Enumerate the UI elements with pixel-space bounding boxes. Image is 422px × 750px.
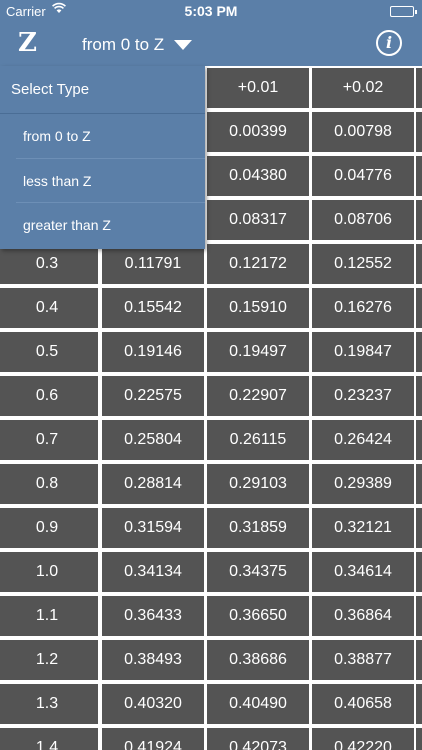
table-cell: 0.00798 xyxy=(312,112,414,152)
table-cell: 0.40490 xyxy=(207,684,309,724)
z-value-cell: 0.7 xyxy=(0,420,98,460)
table-cell-partial xyxy=(416,156,422,196)
z-value-cell: 0.5 xyxy=(0,332,98,372)
app-logo: Z xyxy=(18,28,37,58)
table-cell: 0.04776 xyxy=(312,156,414,196)
table-cell: 0.28814 xyxy=(102,464,204,504)
table-cell: 0.08706 xyxy=(312,200,414,240)
table-cell: 0.31594 xyxy=(102,508,204,548)
z-value-cell: 0.8 xyxy=(0,464,98,504)
table-cell: 0.26424 xyxy=(312,420,414,460)
table-cell-partial xyxy=(416,200,422,240)
battery-icon xyxy=(390,6,417,17)
table-cell: 0.04380 xyxy=(207,156,309,196)
selected-type-label: from 0 to Z xyxy=(82,35,165,54)
dropdown-option-from-0-to-z[interactable]: from 0 to Z xyxy=(16,114,205,159)
z-value-cell: 1.0 xyxy=(0,552,98,592)
z-value-cell: 1.4 xyxy=(0,728,98,750)
table-cell: 0.38686 xyxy=(207,640,309,680)
table-cell: 0.11791 xyxy=(102,244,204,284)
table-cell: 0.19497 xyxy=(207,332,309,372)
table-cell-partial xyxy=(416,464,422,504)
table-cell-partial xyxy=(416,68,422,108)
table-cell-partial xyxy=(416,420,422,460)
table-cell: 0.22907 xyxy=(207,376,309,416)
table-cell: 0.15910 xyxy=(207,288,309,328)
table-cell: 0.12552 xyxy=(312,244,414,284)
z-value-cell: 0.3 xyxy=(0,244,98,284)
table-cell: 0.36650 xyxy=(207,596,309,636)
nav-bar: Z from 0 to Z i xyxy=(0,22,422,66)
table-cell-partial xyxy=(416,332,422,372)
table-cell: 0.34134 xyxy=(102,552,204,592)
table-cell-partial xyxy=(416,596,422,636)
table-cell: 0.38493 xyxy=(102,640,204,680)
table-cell: 0.19146 xyxy=(102,332,204,372)
table-cell: 0.00399 xyxy=(207,112,309,152)
table-cell: 0.25804 xyxy=(102,420,204,460)
table-cell-partial xyxy=(416,112,422,152)
table-cell-partial xyxy=(416,508,422,548)
table-header-cell: +0.01 xyxy=(207,68,309,108)
table-cell: 0.38877 xyxy=(312,640,414,680)
table-cell: 0.31859 xyxy=(207,508,309,548)
info-button[interactable]: i xyxy=(376,30,402,56)
table-cell: 0.36864 xyxy=(312,596,414,636)
table-cell: 0.16276 xyxy=(312,288,414,328)
table-cell: 0.19847 xyxy=(312,332,414,372)
table-cell: 0.29389 xyxy=(312,464,414,504)
dropdown-option-greater-than-z[interactable]: greater than Z xyxy=(16,203,205,248)
table-cell: 0.15542 xyxy=(102,288,204,328)
table-cell-partial xyxy=(416,552,422,592)
z-value-cell: 0.9 xyxy=(0,508,98,548)
table-cell: 0.42073 xyxy=(207,728,309,750)
dropdown-arrow-icon xyxy=(174,40,193,50)
table-cell: 0.42220 xyxy=(312,728,414,750)
z-value-cell: 1.2 xyxy=(0,640,98,680)
table-cell: 0.23237 xyxy=(312,376,414,416)
table-cell: 0.36433 xyxy=(102,596,204,636)
z-value-cell: 0.4 xyxy=(0,288,98,328)
table-cell-partial xyxy=(416,244,422,284)
table-cell: 0.34614 xyxy=(312,552,414,592)
table-cell: 0.12172 xyxy=(207,244,309,284)
table-cell: 0.26115 xyxy=(207,420,309,460)
status-bar: Carrier 5:03 PM xyxy=(0,0,422,22)
table-cell: 0.29103 xyxy=(207,464,309,504)
type-selector-button[interactable]: from 0 to Z xyxy=(82,33,193,57)
table-cell-partial xyxy=(416,728,422,750)
table-cell: 0.08317 xyxy=(207,200,309,240)
z-value-cell: 1.3 xyxy=(0,684,98,724)
table-cell-partial xyxy=(416,640,422,680)
type-dropdown-menu: Select Type from 0 to Z less than Z grea… xyxy=(0,66,205,249)
table-cell-partial xyxy=(416,376,422,416)
table-cell: 0.41924 xyxy=(102,728,204,750)
table-cell: 0.22575 xyxy=(102,376,204,416)
table-cell: 0.32121 xyxy=(312,508,414,548)
table-cell-partial xyxy=(416,288,422,328)
table-cell: 0.40320 xyxy=(102,684,204,724)
z-value-cell: 1.1 xyxy=(0,596,98,636)
table-cell-partial xyxy=(416,684,422,724)
dropdown-header: Select Type xyxy=(0,66,205,114)
table-header-cell: +0.02 xyxy=(312,68,414,108)
dropdown-option-less-than-z[interactable]: less than Z xyxy=(16,159,205,204)
table-cell: 0.40658 xyxy=(312,684,414,724)
table-cell: 0.34375 xyxy=(207,552,309,592)
z-value-cell: 0.6 xyxy=(0,376,98,416)
status-time: 5:03 PM xyxy=(184,3,238,19)
